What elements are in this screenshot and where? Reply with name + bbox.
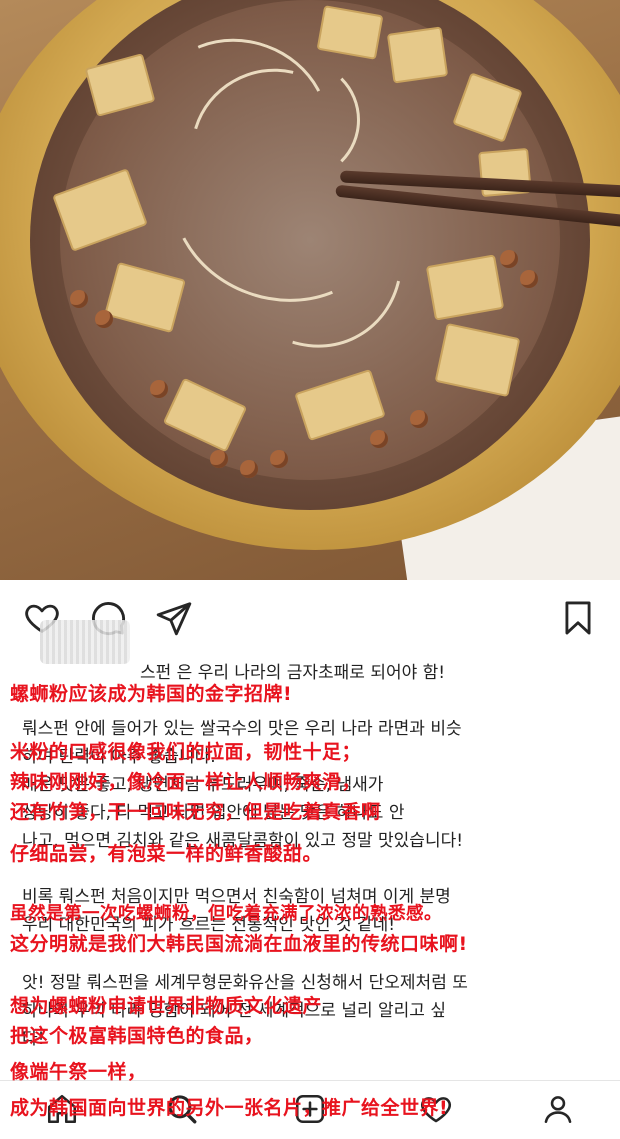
share-icon — [156, 602, 192, 636]
caption-line: 스펀 은 우리 나라의 금자초패로 되어야 함! — [140, 663, 446, 683]
overlay-line: 像端午祭一样， — [10, 1061, 147, 1083]
bookmark-icon — [565, 601, 591, 635]
overlay-line: 米粉的口感很像我们的拉面，韧性十足； — [10, 741, 362, 763]
overlay-line: 把这个极富韩国特色的食品， — [10, 1025, 264, 1047]
share-button[interactable] — [152, 596, 196, 640]
peanut — [150, 380, 168, 398]
peanut — [210, 450, 228, 468]
noodle — [240, 60, 360, 180]
peanut — [410, 410, 428, 428]
peanut — [500, 250, 518, 268]
caption-line: 뤄스펀 안에 들어가 있는 쌀국수의 맛은 우리 나라 라면과 비슷 — [22, 719, 462, 739]
bookmark-button[interactable] — [556, 596, 600, 640]
overlay-line: 虽然是第一次吃螺蛳粉，但吃着充满了浓浓的熟悉感。 — [10, 904, 442, 924]
overlay-line: 还有竹笋，干一回味无穷，但是吃着真香啊 — [10, 801, 381, 823]
peanut — [95, 310, 113, 328]
overlay-line: 这分明就是我们大韩民国流淌在血液里的传统口味啊! — [10, 933, 468, 955]
tofu-piece — [386, 26, 449, 84]
peanut — [70, 290, 88, 308]
overlay-line: 仔细品尝，有泡菜一样的鲜香酸甜。 — [10, 843, 323, 865]
overlay-line: 成为韩国面向世界的另外一张名片，推广给全世界! — [10, 1097, 449, 1119]
caption-line: 앗! 정말 뤄스펀을 세계무형문화유산을 신청해서 단오제처럼 또 — [22, 973, 468, 993]
overlay-line: 辣味刚刚好，像冷面一样让人顺畅爽滑， — [10, 771, 362, 793]
profile-icon — [544, 1096, 572, 1124]
nav-profile[interactable] — [534, 1085, 582, 1133]
peanut — [520, 270, 538, 288]
peanut — [370, 430, 388, 448]
post-photo[interactable] — [0, 0, 620, 580]
peanut — [270, 450, 288, 468]
peanut — [240, 460, 258, 478]
blurred-username — [40, 620, 130, 664]
overlay-line: 想为螺蛳粉申请世界非物质文化遗产 — [10, 995, 323, 1017]
overlay-line: 螺蛳粉应该成为韩国的金字招牌! — [10, 683, 293, 705]
